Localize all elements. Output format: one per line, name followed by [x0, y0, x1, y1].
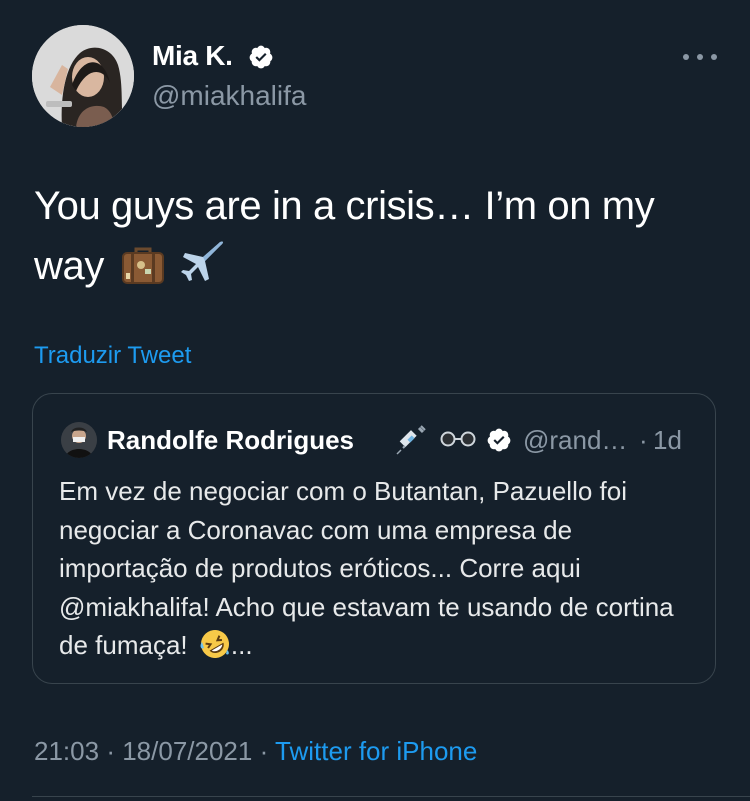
- quote-author-name[interactable]: Randolfe Rodrigues: [107, 425, 354, 456]
- quote-body: Em vez de negociar com o Butantan, Pazue…: [59, 476, 674, 660]
- tweet-text: You guys are in a crisis… I’m on my way: [34, 176, 714, 302]
- author-handle[interactable]: @miakhalifa: [152, 80, 306, 112]
- author-avatar[interactable]: [32, 25, 134, 127]
- quote-text: Em vez de negociar com o Butantan, Pazue…: [59, 472, 699, 671]
- luggage-emoji-icon: [121, 242, 165, 302]
- tweet-meta: 21:03 · 18/07/2021 · Twitter for iPhone: [34, 736, 477, 767]
- verified-badge-icon: [249, 45, 273, 69]
- meta-separator: ·: [259, 736, 269, 766]
- quote-verified-badge-icon: [487, 428, 511, 452]
- syringe-emoji-icon: [395, 424, 427, 461]
- tweet-date[interactable]: 18/07/2021: [122, 736, 252, 766]
- quote-timestamp[interactable]: 1d: [653, 425, 682, 456]
- tweet-source-link[interactable]: Twitter for iPhone: [275, 736, 477, 766]
- quote-separator: ·: [639, 425, 648, 455]
- meta-separator: ·: [106, 736, 115, 766]
- author-name[interactable]: Mia K.: [152, 40, 233, 72]
- tweet-time[interactable]: 21:03: [34, 736, 99, 766]
- quote-author-avatar[interactable]: [61, 422, 97, 458]
- quote-author-handle[interactable]: @rand…: [523, 425, 627, 456]
- quoted-tweet[interactable]: Randolfe Rodrigues @rand… · 1d Em vez de…: [32, 393, 716, 684]
- rolling-on-floor-laughing-emoji-icon: [199, 628, 231, 671]
- translate-tweet-link[interactable]: Traduzir Tweet: [34, 342, 191, 370]
- more-options-icon[interactable]: [683, 44, 717, 70]
- airplane-emoji-icon: [181, 241, 225, 302]
- quote-ellipsis: ...: [230, 630, 253, 660]
- glasses-emoji-icon: [438, 430, 478, 453]
- divider: [32, 796, 750, 797]
